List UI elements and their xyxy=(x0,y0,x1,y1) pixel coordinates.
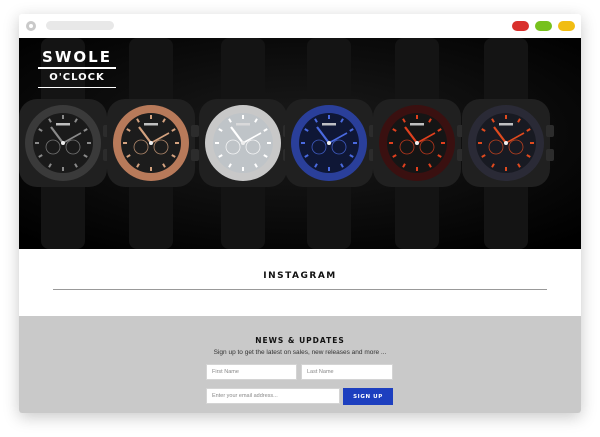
minimize-icon[interactable] xyxy=(558,21,575,31)
instagram-section: INSTAGRAM xyxy=(19,249,581,316)
maximize-icon[interactable] xyxy=(535,21,552,31)
logo-divider xyxy=(38,67,116,69)
address-bar[interactable] xyxy=(46,21,114,30)
browser-toolbar xyxy=(19,14,581,38)
email-input[interactable] xyxy=(206,388,340,404)
instagram-title: INSTAGRAM xyxy=(263,271,337,281)
hero-banner[interactable]: SWOLE O'CLOCK xyxy=(19,38,581,249)
instagram-divider xyxy=(53,289,547,290)
newsletter-subtitle: Sign up to get the latest on sales, new … xyxy=(213,349,387,356)
close-icon[interactable] xyxy=(512,21,529,31)
logo-underline xyxy=(38,87,116,88)
sign-up-button[interactable]: SIGN UP xyxy=(343,388,393,405)
settings-icon[interactable] xyxy=(26,21,36,31)
newsletter-title: NEWS & UPDATES xyxy=(255,336,345,345)
browser-window: SWOLE O'CLOCK INSTAGRAM NEWS & UPDATES S… xyxy=(19,14,581,413)
brand-line-1: SWOLE xyxy=(42,48,112,66)
last-name-input[interactable] xyxy=(301,364,393,380)
brand-line-2: O'CLOCK xyxy=(49,72,105,83)
first-name-input[interactable] xyxy=(206,364,297,380)
newsletter-section: NEWS & UPDATES Sign up to get the latest… xyxy=(19,316,581,413)
brand-logo[interactable]: SWOLE O'CLOCK xyxy=(38,48,116,88)
